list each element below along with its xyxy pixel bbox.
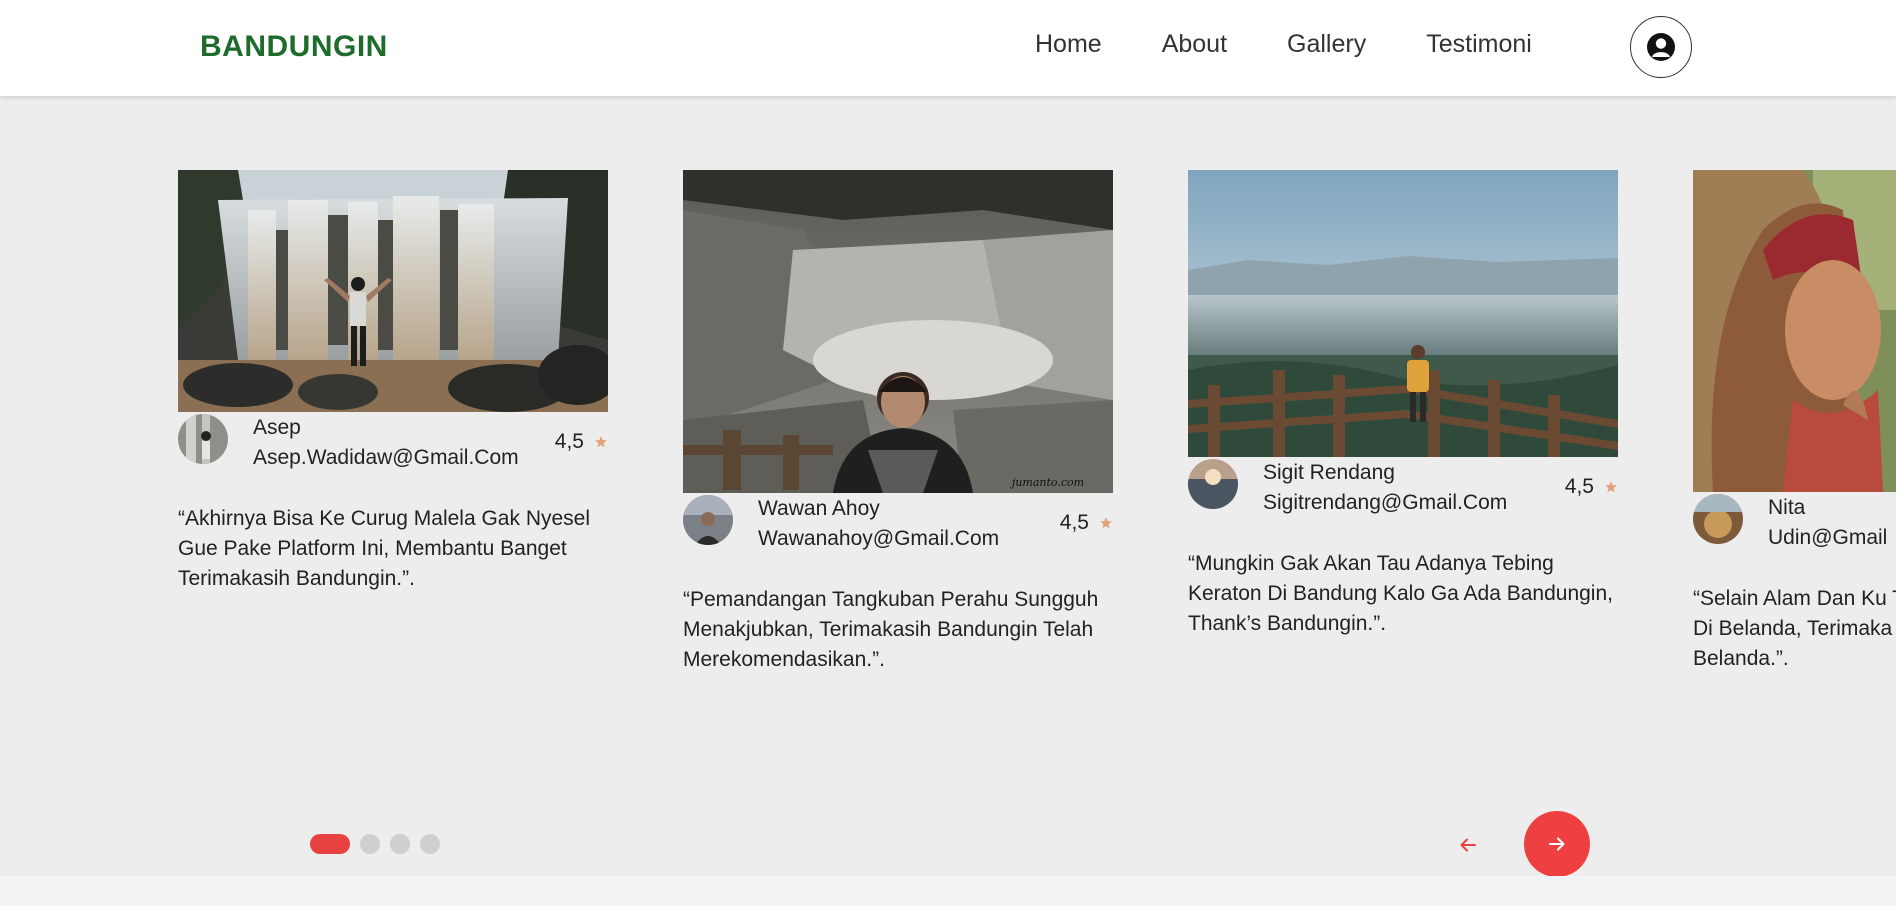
author-name: Nita [1768,496,1806,519]
avatar [1188,459,1238,509]
author-row: Asep Asep.Wadidaw@Gmail.Com 4,5 [178,412,608,482]
user-circle-icon [1647,33,1675,61]
waterfall-photo [178,170,608,412]
photo-watermark: jumanto.com [1009,476,1084,489]
rating-value: 4,5 [1059,511,1089,534]
star-icon [1605,481,1617,493]
brand-logo[interactable]: BANDUNGIN [200,30,388,64]
carousel-pagination [310,834,450,854]
rating: 4,5 [555,430,608,454]
avatar [683,495,733,545]
rating: 4,5 [1060,511,1113,535]
carousel-prev-button[interactable] [1450,827,1486,863]
author-name: Asep [253,416,301,439]
crater-photo: jumanto.com [683,170,1113,493]
arrow-left-icon [1460,838,1476,852]
testimonial-card: Nita Udin@Gmail “Selain Alam Dan Ku Tern… [1693,170,1896,674]
testimonial-section: Asep Asep.Wadidaw@Gmail.Com 4,5 “Akhirny… [0,96,1896,876]
pagination-dot-2[interactable] [360,834,380,854]
author-name: Wawan Ahoy [758,497,880,520]
star-icon [595,436,607,448]
testimonial-quote: “Mungkin Gak Akan Tau Adanya Tebing Kera… [1188,552,1613,635]
rating: 4,5 [1565,475,1618,499]
nav-link-gallery[interactable]: Gallery [1287,30,1366,59]
author-email: Asep.Wadidaw@Gmail.Com [253,446,519,469]
star-icon [1100,517,1112,529]
arrow-right-icon [1549,837,1565,851]
page-footer-strip [0,876,1896,906]
author-row: Wawan Ahoy Wawanahoy@Gmail.Com 4,5 [683,493,1113,563]
testimonial-quote: “Selain Alam Dan Ku Ternyata Gue Bisa Ng… [1693,587,1896,670]
author-row: Nita Udin@Gmail [1693,492,1896,562]
testimonial-quote: “Akhirnya Bisa Ke Curug Malela Gak Nyese… [178,507,591,590]
pagination-dot-4[interactable] [420,834,440,854]
nav-link-home[interactable]: Home [1035,30,1102,59]
woman-portrait-photo [1693,170,1896,492]
profile-button[interactable] [1630,16,1692,78]
nav-links: Home About Gallery Testimoni [1035,30,1532,59]
author-email: Sigitrendang@Gmail.Com [1263,491,1508,514]
pagination-dot-1[interactable] [310,834,350,854]
testimonial-card: Sigit Rendang Sigitrendang@Gmail.Com 4,5… [1188,170,1618,639]
avatar [1693,494,1743,544]
testimonial-card: Asep Asep.Wadidaw@Gmail.Com 4,5 “Akhirny… [178,170,608,594]
testimonial-quote: “Pemandangan Tangkuban Perahu Sungguh Me… [683,588,1099,671]
testimonial-card: jumanto.com Wawan Ahoy Wawanahoy@Gmail.C… [683,170,1113,675]
nav-link-about[interactable]: About [1162,30,1227,59]
rating-value: 4,5 [1564,475,1594,498]
author-email: Udin@Gmail [1768,526,1888,549]
cliff-viewpoint-photo [1188,170,1618,457]
avatar [178,414,228,464]
rating-value: 4,5 [554,430,584,453]
pagination-dot-3[interactable] [390,834,410,854]
author-name: Sigit Rendang [1263,461,1395,484]
author-row: Sigit Rendang Sigitrendang@Gmail.Com 4,5 [1188,457,1618,527]
carousel-next-button[interactable] [1524,811,1590,876]
navbar: BANDUNGIN Home About Gallery Testimoni [0,0,1896,96]
author-email: Wawanahoy@Gmail.Com [758,527,1000,550]
nav-link-testimoni[interactable]: Testimoni [1426,30,1532,59]
